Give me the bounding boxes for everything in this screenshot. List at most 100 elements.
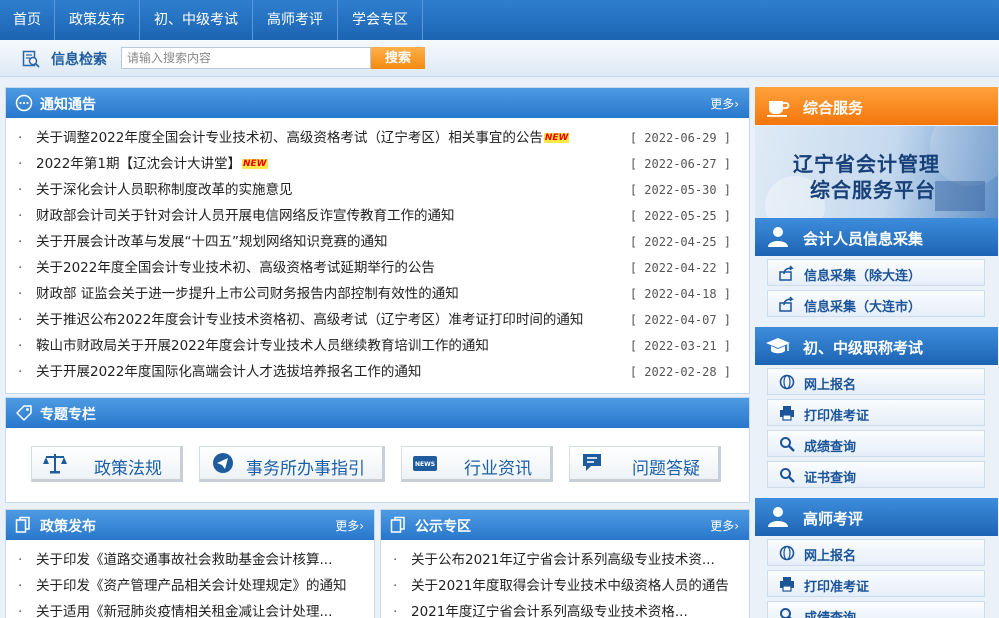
- service-header: 综合服务: [755, 87, 998, 125]
- new-badge: NEW: [241, 159, 268, 169]
- notice-link[interactable]: 关于2022年度全国会计专业技术初、高级资格考试延期举行的公告: [36, 255, 435, 281]
- notice-link[interactable]: 财政部会计司关于针对会计人员开展电信网络反诈宣传教育工作的通知: [36, 203, 455, 229]
- collect-dalian-label: 信息采集（大连市）: [804, 300, 922, 315]
- topic-firm-guide-label: 事务所办事指引: [246, 459, 365, 479]
- notice-date: [ 2022-04-07 ]: [629, 313, 731, 327]
- search-icon: [780, 468, 795, 483]
- send-icon: [213, 453, 233, 473]
- senior-title: 高师考评: [803, 510, 864, 528]
- bullet-dot: ·: [18, 338, 23, 354]
- globe-icon: [779, 374, 795, 390]
- notice-link[interactable]: 2022年第1期【辽沈会计大讲堂】 NEW: [36, 151, 268, 177]
- senior-print-ticket-button[interactable]: 打印准考证: [767, 570, 985, 597]
- share-arrow-icon: [779, 296, 794, 312]
- policy-link[interactable]: 关于适用《新冠肺炎疫情相关租金减让会计处理...: [36, 599, 332, 618]
- topics-panel-title: 专题专栏: [40, 407, 96, 423]
- notice-link[interactable]: 关于推迟公布2022年度会计专业技术资格初、高级考试（辽宁考区）准考证打印时间的…: [36, 307, 583, 333]
- policy-more-link[interactable]: 更多›: [335, 517, 364, 534]
- bullet-dot: ·: [18, 208, 23, 224]
- notice-title: 关于推迟公布2022年度会计专业技术资格初、高级考试（辽宁考区）准考证打印时间的…: [36, 312, 584, 328]
- exam-header: 初、中级职称考试: [755, 327, 998, 365]
- collect-except-dalian-button[interactable]: 信息采集（除大连）: [767, 259, 985, 286]
- bullet-dot: ·: [18, 286, 23, 302]
- notice-date: [ 2022-06-27 ]: [629, 157, 731, 171]
- exam-print-ticket-button[interactable]: 打印准考证: [767, 399, 985, 426]
- bullet-dot: ·: [18, 312, 23, 328]
- notice-date: [ 2022-04-25 ]: [629, 235, 731, 249]
- notice-date: [ 2022-05-30 ]: [629, 183, 731, 197]
- notice-link[interactable]: 关于开展2022年度国际化高端会计人才选拔培养报名工作的通知: [36, 359, 421, 385]
- search-button[interactable]: 搜索: [371, 47, 425, 69]
- collect-except-dalian-label: 信息采集（除大连）: [804, 269, 922, 284]
- notice-title: 关于开展会计改革与发展“十四五”规划网络知识竞赛的通知: [36, 234, 388, 250]
- notice-date: [ 2022-02-28 ]: [629, 365, 731, 379]
- notice-title: 财政部会计司关于针对会计人员开展电信网络反诈宣传教育工作的通知: [36, 208, 455, 224]
- publicity-link[interactable]: 关于2021年度取得会计专业技术中级资格人员的通告: [411, 573, 729, 599]
- topic-policy-button[interactable]: 政策法规: [31, 446, 183, 482]
- policy-link[interactable]: 关于印发《道路交通事故社会救助基金会计核算...: [36, 547, 332, 573]
- notice-title: 关于调整2022年度全国会计专业技术初、高级资格考试（辽宁考区）相关事宜的公告: [36, 130, 543, 146]
- notice-link[interactable]: 关于开展会计改革与发展“十四五”规划网络知识竞赛的通知: [36, 229, 388, 255]
- senior-print-ticket-label: 打印准考证: [804, 580, 870, 595]
- exam-score-query-button[interactable]: 成绩查询: [767, 430, 985, 457]
- banner-line-1: 辽宁省会计管理: [793, 152, 940, 176]
- policy-list: · 关于印发《道路交通事故社会救助基金会计核算... · 关于印发《资产管理产品相关会…: [6, 540, 374, 618]
- bullet-dot: ·: [393, 604, 398, 618]
- senior-score-query-button[interactable]: 成绩查询: [767, 601, 985, 618]
- notice-title: 关于开展2022年度国际化高端会计人才选拔培养报名工作的通知: [36, 364, 422, 380]
- policy-link[interactable]: 关于印发《资产管理产品相关会计处理规定》的通知: [36, 573, 347, 599]
- nav-home[interactable]: 首页: [0, 0, 55, 40]
- list-item: · 关于2022年度全国会计专业技术初、高级资格考试延期举行的公告 [ 2022-0…: [16, 255, 739, 281]
- notice-date: [ 2022-03-21 ]: [629, 339, 731, 353]
- bullet-dot: ·: [18, 130, 23, 146]
- list-item: · 关于调整2022年度全国会计专业技术初、高级资格考试（辽宁考区）相关事宜的公告…: [16, 125, 739, 151]
- notice-title: 鞍山市财政局关于开展2022年度会计专业技术人员继续教育培训工作的通知: [36, 338, 489, 354]
- share-arrow-icon: [779, 265, 794, 281]
- publicity-panel-title: 公示专区: [415, 519, 471, 535]
- search-doc-icon: [22, 50, 40, 68]
- exam-title: 初、中级职称考试: [803, 339, 924, 357]
- notice-panel-title: 通知通告: [40, 97, 96, 113]
- exam-certificate-query-button[interactable]: 证书查询: [767, 461, 985, 488]
- publicity-link[interactable]: 关于公布2021年辽宁省会计系列高级专业技术资...: [411, 547, 715, 573]
- notice-date: [ 2022-04-22 ]: [629, 261, 731, 275]
- senior-score-query-label: 成绩查询: [804, 607, 856, 618]
- tag-icon: [16, 405, 32, 421]
- topic-qa-button[interactable]: 问题答疑: [569, 446, 721, 482]
- notice-link[interactable]: 关于深化会计人员职称制度改革的实施意见: [36, 177, 293, 203]
- collect-title: 会计人员信息采集: [803, 230, 924, 248]
- notice-title: 2022年第1期【辽沈会计大讲堂】: [36, 156, 241, 172]
- notice-list: · 关于调整2022年度全国会计专业技术初、高级资格考试（辽宁考区）相关事宜的公告…: [6, 118, 749, 385]
- notice-more-link[interactable]: 更多›: [710, 95, 739, 112]
- search-icon: [780, 608, 792, 618]
- topic-industry-news-button[interactable]: NEWS 行业资讯: [401, 446, 553, 482]
- list-item: · 关于公布2021年辽宁省会计系列高级专业技术资...: [391, 547, 739, 573]
- search-bar: 信息检索 搜索: [0, 40, 999, 77]
- copy-doc-icon: [15, 516, 30, 533]
- exam-box: 网上报名 打印准考证 成绩查询 证书查询: [755, 365, 998, 495]
- senior-register-button[interactable]: 网上报名: [767, 539, 985, 566]
- notice-title: 关于2022年度全国会计专业技术初、高级资格考试延期举行的公告: [36, 260, 435, 276]
- exam-register-button[interactable]: 网上报名: [767, 368, 985, 395]
- topic-firm-guide-button[interactable]: 事务所办事指引: [199, 446, 385, 482]
- nav-society[interactable]: 学会专区: [338, 0, 423, 40]
- nav-senior-review[interactable]: 高师考评: [253, 0, 338, 40]
- notice-panel: 通知通告 更多› · 关于调整2022年度全国会计专业技术初、高级资格考试（辽宁考…: [5, 87, 750, 394]
- service-platform-banner[interactable]: 辽宁省会计管理 综合服务平台: [755, 126, 998, 218]
- bullet-dot: ·: [18, 182, 23, 198]
- list-item: · 2021年度辽宁省会计系列高级专业技术资格...: [391, 599, 739, 618]
- notice-link[interactable]: 鞍山市财政局关于开展2022年度会计专业技术人员继续教育培训工作的通知: [36, 333, 489, 359]
- notice-link[interactable]: 财政部 证监会关于进一步提升上市公司财务报告内部控制有效性的通知: [36, 281, 459, 307]
- bullet-dot: ·: [393, 578, 398, 594]
- collect-dalian-button[interactable]: 信息采集（大连市）: [767, 290, 985, 317]
- search-input[interactable]: [121, 47, 371, 69]
- topics-row: 政策法规 事务所办事指引 NEWS 行业资讯 问题答疑: [6, 428, 749, 482]
- policy-panel-title: 政策发布: [40, 519, 96, 535]
- publicity-more-link[interactable]: 更多›: [710, 517, 739, 534]
- notice-date: [ 2022-05-25 ]: [629, 209, 731, 223]
- publicity-link[interactable]: 2021年度辽宁省会计系列高级专业技术资格...: [411, 599, 688, 618]
- printer-icon: [780, 577, 794, 592]
- nav-policy[interactable]: 政策发布: [55, 0, 140, 40]
- nav-exam[interactable]: 初、中级考试: [140, 0, 253, 40]
- notice-link[interactable]: 关于调整2022年度全国会计专业技术初、高级资格考试（辽宁考区）相关事宜的公告 N…: [36, 125, 570, 151]
